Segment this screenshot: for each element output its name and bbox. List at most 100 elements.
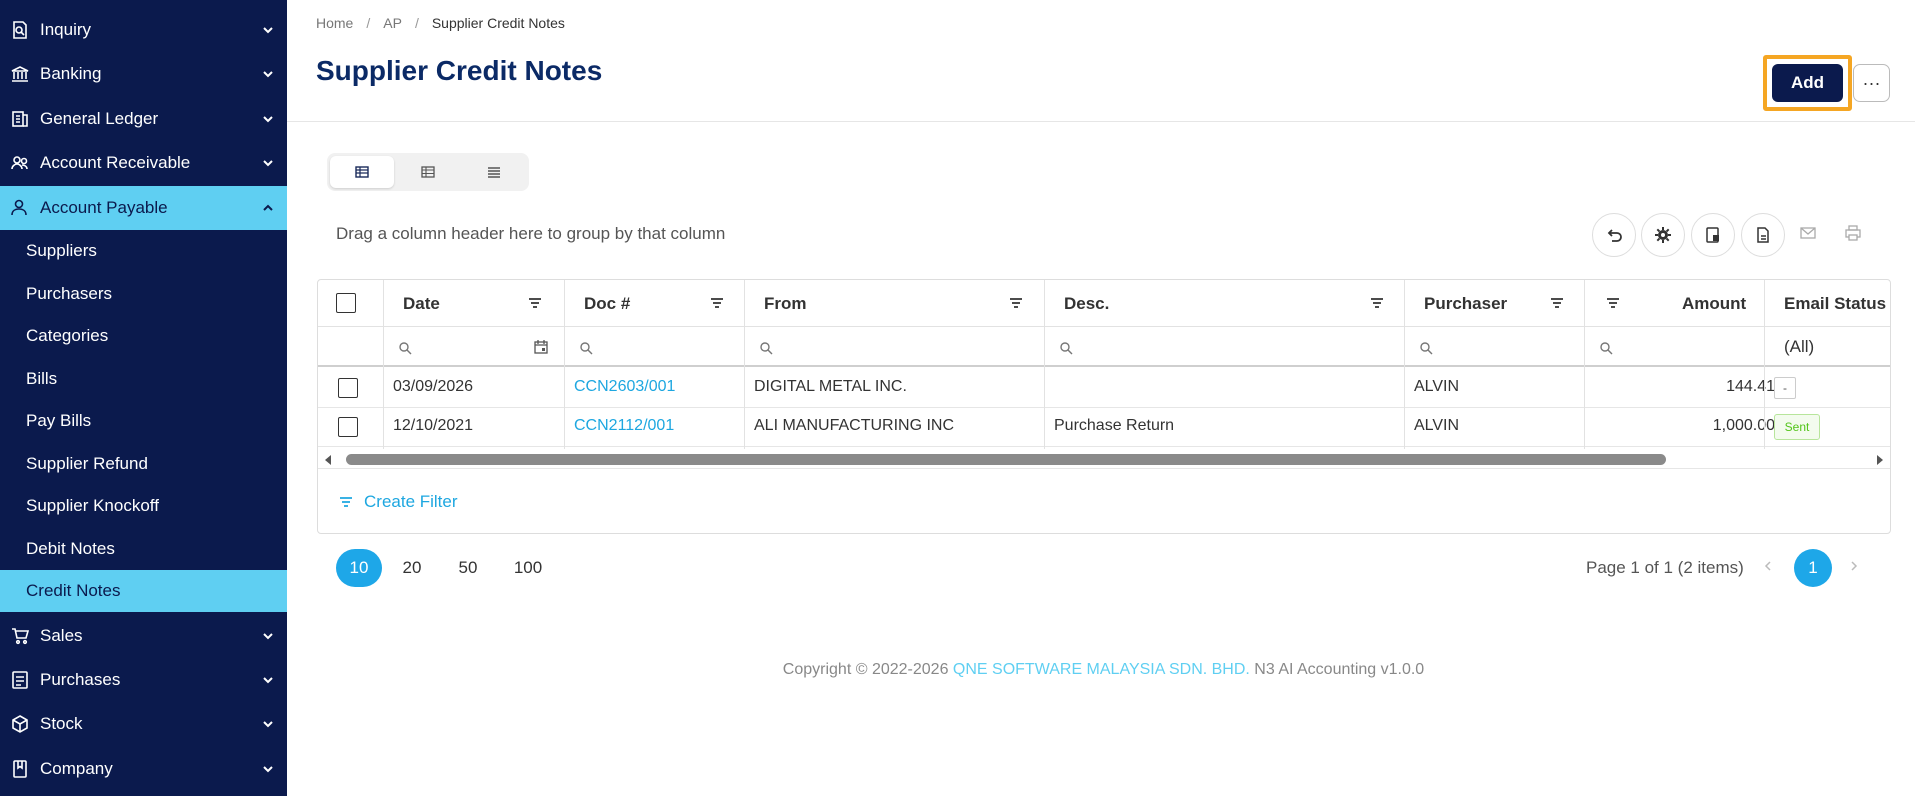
sidebar-item-credit-notes[interactable]: Credit Notes: [0, 570, 287, 612]
reset-button[interactable]: [1592, 213, 1636, 257]
column-divider: [564, 280, 565, 449]
cell-amount: 1,000.00: [1712, 417, 1775, 434]
nav-group-sales[interactable]: Sales: [0, 614, 287, 658]
settings-button[interactable]: [1641, 213, 1685, 257]
company-link[interactable]: QNE SOFTWARE MALAYSIA SDN. BHD.: [953, 661, 1250, 678]
breadcrumb-ap[interactable]: AP: [383, 15, 402, 31]
cart-icon: [9, 625, 31, 647]
export-excel-button[interactable]: [1691, 213, 1735, 257]
column-header-amount[interactable]: Amount: [1682, 294, 1746, 314]
cell-date: 03/09/2026: [393, 378, 474, 395]
filter-icon[interactable]: [527, 295, 543, 311]
more-options-button[interactable]: ···: [1853, 64, 1890, 102]
cell-doc-link[interactable]: CCN2603/001: [574, 378, 675, 396]
page-size-100[interactable]: 100: [512, 549, 544, 587]
column-header-from[interactable]: From: [764, 294, 807, 314]
scroll-right-icon[interactable]: [1874, 453, 1886, 465]
sidebar-item-pay-bills[interactable]: Pay Bills: [0, 400, 287, 442]
filter-icon[interactable]: [1605, 295, 1621, 311]
column-header-email-status[interactable]: Email Status: [1784, 294, 1886, 314]
sidebar-item-suppliers[interactable]: Suppliers: [0, 230, 287, 272]
sidebar-item-categories[interactable]: Categories: [0, 315, 287, 357]
gear-icon: [1655, 227, 1671, 243]
search-icon: [398, 341, 412, 355]
filter-icon[interactable]: [1008, 295, 1024, 311]
filter-icon: [340, 497, 352, 507]
cell-doc-link[interactable]: CCN2112/001: [574, 417, 674, 435]
nav-group-general-ledger[interactable]: General Ledger: [0, 97, 287, 141]
create-filter-button[interactable]: Create Filter: [338, 492, 458, 512]
bank-icon: [9, 63, 31, 85]
sidebar-item-label: Categories: [26, 326, 109, 345]
book-icon: [9, 758, 31, 780]
page-size-50[interactable]: 50: [456, 549, 480, 587]
add-button[interactable]: Add: [1772, 64, 1843, 102]
filter-icon[interactable]: [1369, 295, 1385, 311]
search-icon: [1599, 341, 1613, 355]
sidebar-item-label: Supplier Knockoff: [26, 496, 159, 515]
sidebar-item-purchasers[interactable]: Purchasers: [0, 273, 287, 315]
view-table-button[interactable]: [396, 156, 460, 188]
nav-label: Banking: [40, 64, 102, 83]
user-icon: [9, 197, 31, 219]
select-all-checkbox[interactable]: [336, 293, 356, 313]
header-divider: [287, 121, 1915, 122]
scrollbar-thumb[interactable]: [346, 454, 1666, 465]
chevron-down-icon: [261, 23, 275, 37]
email-button[interactable]: [1797, 222, 1819, 244]
filter-icon[interactable]: [1549, 295, 1565, 311]
nav-group-account-receivable[interactable]: Account Receivable: [0, 141, 287, 185]
breadcrumb-home[interactable]: Home: [316, 15, 353, 31]
sidebar-item-supplier-knockoff[interactable]: Supplier Knockoff: [0, 485, 287, 527]
view-compact-button[interactable]: [330, 156, 394, 188]
row-checkbox[interactable]: [338, 417, 358, 437]
email-status-filter[interactable]: (All): [1784, 337, 1814, 357]
page-info: Page 1 of 1 (2 items): [1586, 558, 1744, 577]
sidebar-item-supplier-refund[interactable]: Supplier Refund: [0, 443, 287, 485]
nav-group-stock[interactable]: Stock: [0, 702, 287, 746]
grid-header-row: Date Doc # From Desc. Purchaser Amount E…: [318, 280, 1890, 327]
print-button[interactable]: [1842, 222, 1864, 244]
nav-label: Account Receivable: [40, 153, 191, 172]
nav-group-account-payable[interactable]: Account Payable: [0, 186, 287, 230]
cell-from: DIGITAL METAL INC.: [754, 378, 907, 395]
nav-group-banking[interactable]: Banking: [0, 52, 287, 96]
column-divider: [383, 280, 384, 449]
page-number-current[interactable]: 1: [1794, 549, 1832, 587]
row-checkbox[interactable]: [338, 378, 358, 398]
export-pdf-button[interactable]: [1741, 213, 1785, 257]
receivable-icon: [9, 152, 31, 174]
sidebar-item-bills[interactable]: Bills: [0, 358, 287, 400]
sidebar-item-label: Suppliers: [26, 241, 97, 260]
nav-group-inquiry[interactable]: Inquiry: [0, 8, 287, 52]
cell-date: 12/10/2021: [393, 417, 474, 434]
table-row[interactable]: 03/09/2026 CCN2603/001 DIGITAL METAL INC…: [318, 369, 1890, 408]
calendar-icon[interactable]: [533, 339, 549, 355]
table-row[interactable]: 12/10/2021 CCN2112/001 ALI MANUFACTURING…: [318, 408, 1890, 447]
page-size-10[interactable]: 10: [336, 549, 382, 587]
nav-group-company[interactable]: Company: [0, 747, 287, 791]
page-size-20[interactable]: 20: [400, 549, 424, 587]
page-title: Supplier Credit Notes: [316, 55, 603, 86]
column-divider: [744, 280, 745, 449]
view-list-button[interactable]: [462, 156, 526, 188]
scroll-left-icon[interactable]: [322, 453, 334, 465]
sidebar-item-label: Debit Notes: [26, 539, 115, 558]
sidebar-item-label: Credit Notes: [26, 581, 121, 600]
sidebar-item-label: Purchasers: [26, 284, 112, 303]
next-page-icon[interactable]: [1848, 559, 1864, 575]
column-divider: [1764, 280, 1765, 449]
list-icon: [488, 167, 500, 178]
group-by-hint: Drag a column header here to group by th…: [336, 224, 726, 243]
column-header-doc[interactable]: Doc #: [584, 294, 630, 314]
breadcrumb-current: Supplier Credit Notes: [431, 15, 565, 31]
filter-icon[interactable]: [709, 295, 725, 311]
horizontal-scrollbar[interactable]: [318, 450, 1890, 468]
column-header-purchaser[interactable]: Purchaser: [1424, 294, 1507, 314]
sidebar-item-debit-notes[interactable]: Debit Notes: [0, 528, 287, 570]
document-export-icon: [1757, 227, 1769, 243]
column-header-date[interactable]: Date: [403, 294, 440, 314]
version-text: N3 AI Accounting v1.0.0: [1249, 661, 1425, 678]
prev-page-icon[interactable]: [1762, 559, 1778, 575]
column-header-desc[interactable]: Desc.: [1064, 294, 1109, 314]
